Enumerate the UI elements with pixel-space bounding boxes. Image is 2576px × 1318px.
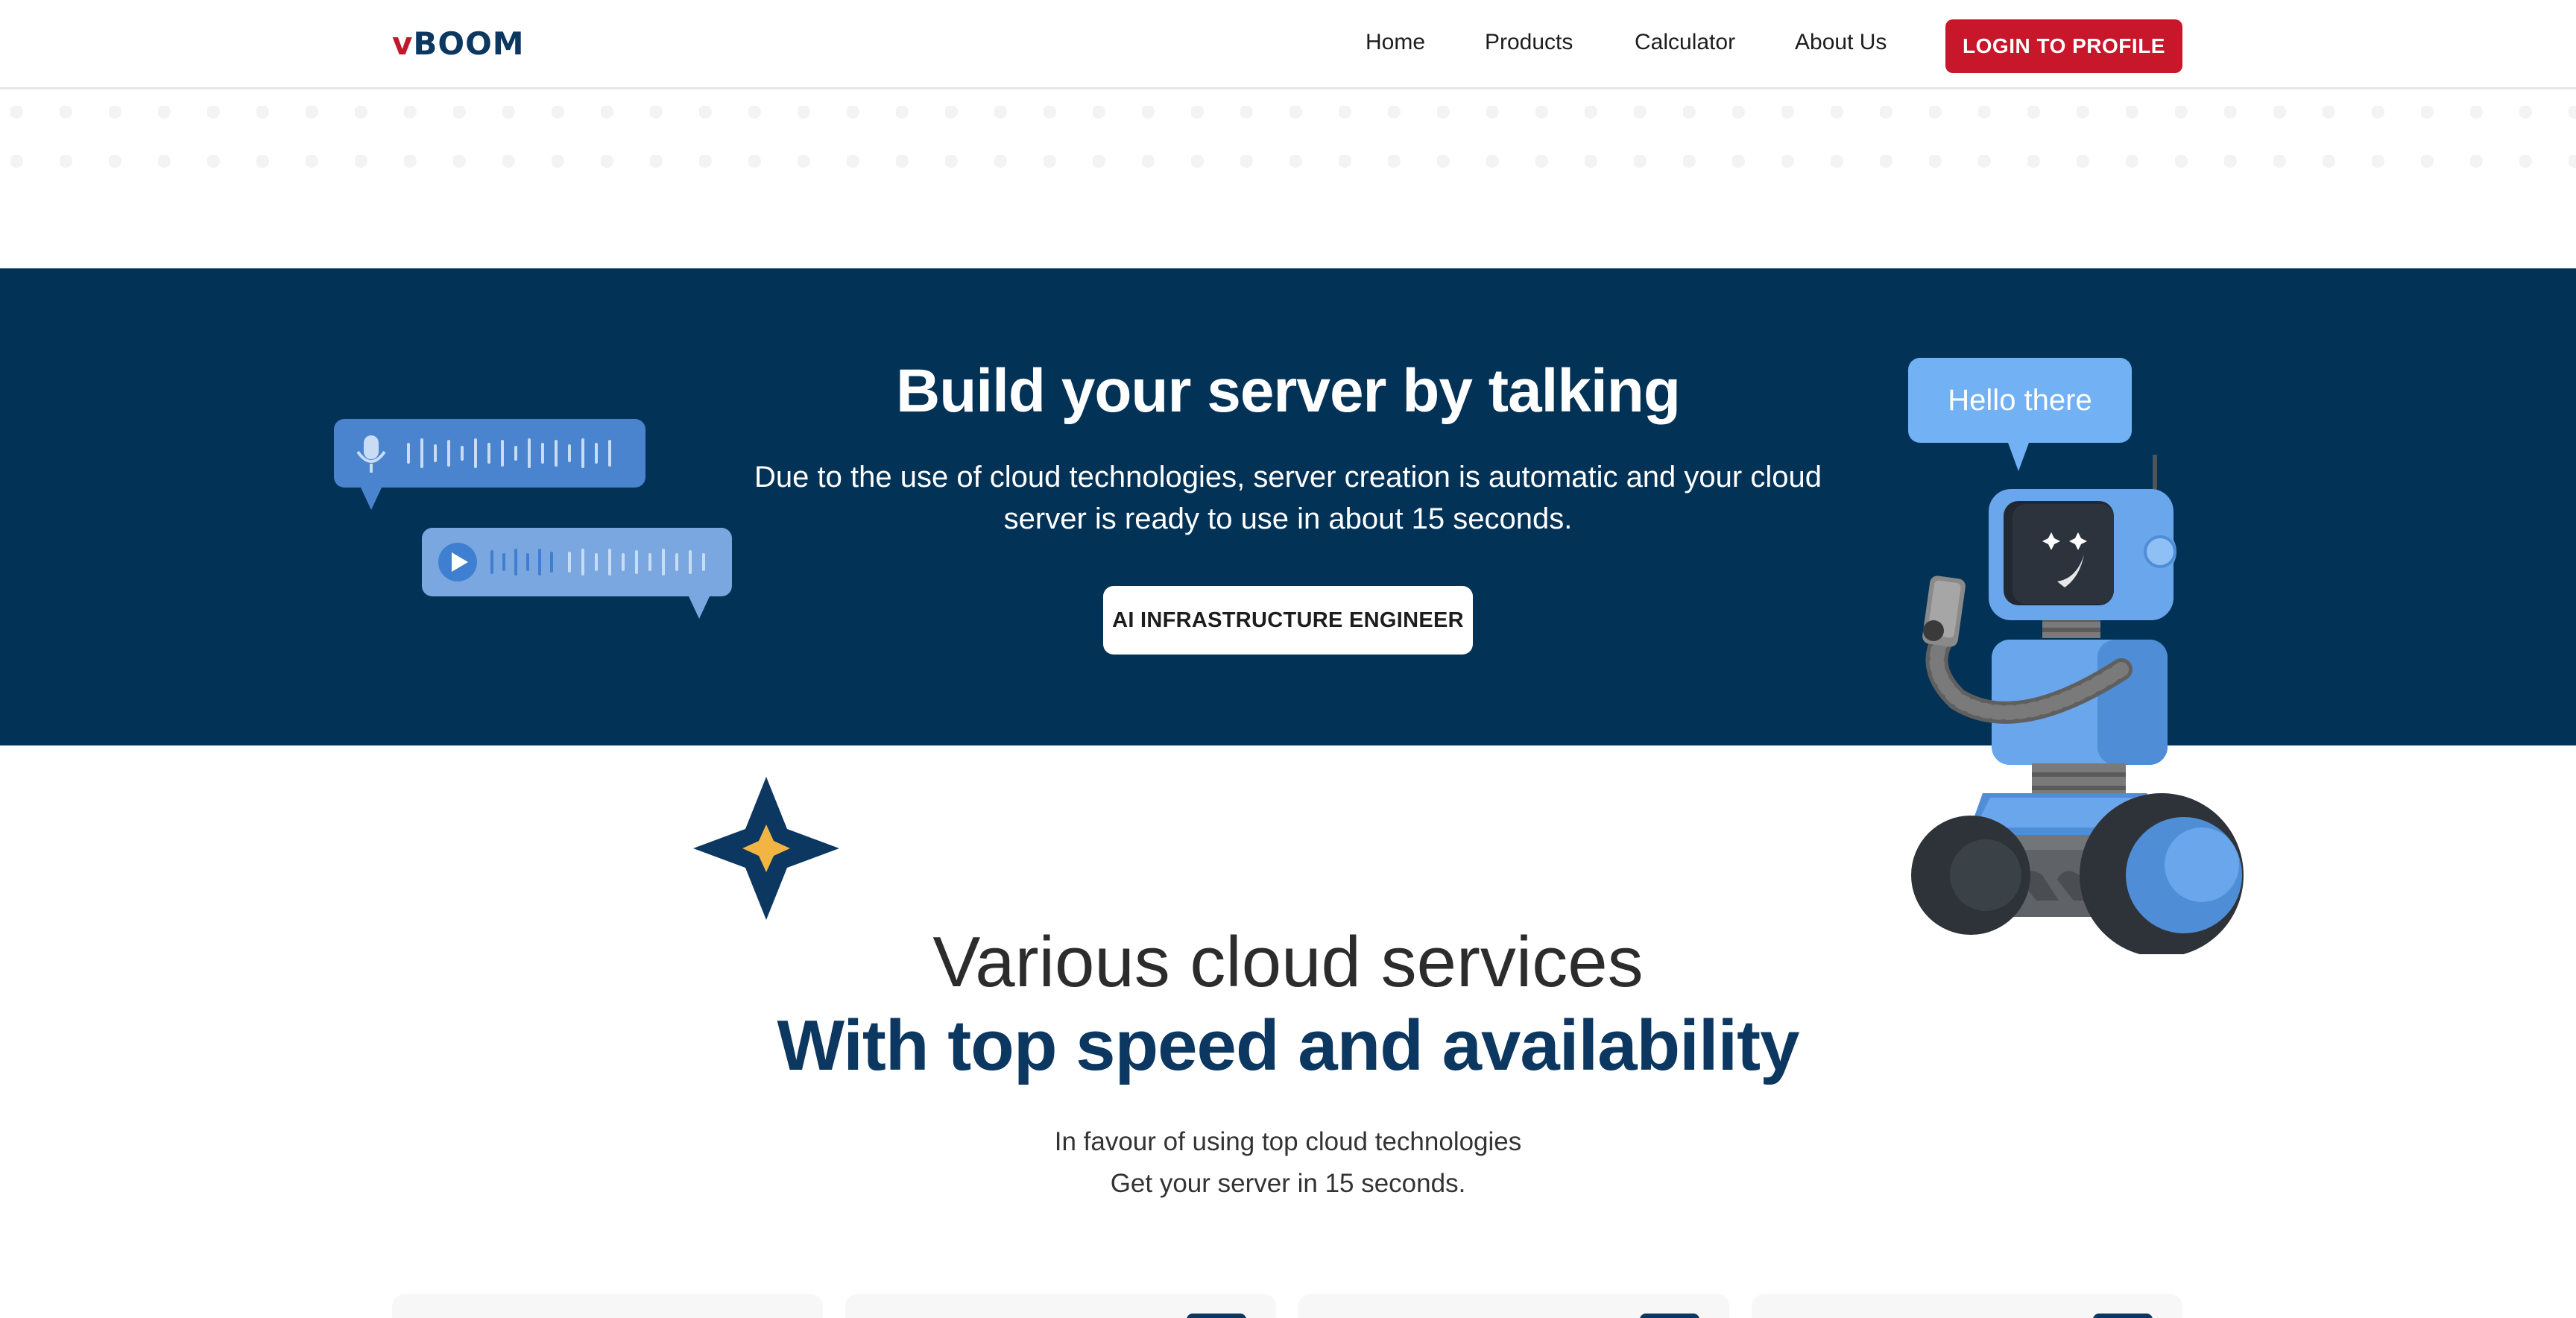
voice-waveform <box>356 435 611 473</box>
services-title-line1: Various cloud services <box>932 922 1644 1002</box>
logo-wordmark: BOOM <box>413 25 525 62</box>
nav-link-calculator[interactable]: Calculator <box>1635 30 1735 55</box>
dot-pattern <box>0 91 2576 188</box>
nav-link-home[interactable]: Home <box>1366 30 1425 55</box>
service-card[interactable] <box>845 1294 1276 1318</box>
service-card[interactable] <box>1298 1294 1729 1318</box>
login-to-profile-button[interactable]: LOGIN TO PROFILE <box>1945 19 2182 73</box>
robot-speech-text: Hello there <box>1948 383 2092 417</box>
nav-link-products[interactable]: Products <box>1485 30 1573 55</box>
voice-message-bubble <box>334 419 645 510</box>
microphone-icon <box>356 435 386 473</box>
audio-waveform <box>438 543 705 581</box>
play-icon <box>438 543 477 581</box>
hero-description: Due to the use of cloud technologies, se… <box>754 461 1822 535</box>
card-tab-indicator <box>1187 1314 1246 1318</box>
top-navbar: vBOOM Home Products Calculator About Us … <box>0 0 2576 89</box>
services-title-line2: With top speed and availability <box>777 1006 1799 1085</box>
services-subtitle-line2: Get your server in 15 seconds. <box>1110 1169 1466 1198</box>
card-tab-indicator <box>1640 1314 1699 1318</box>
robot-speech-bubble: Hello there <box>1908 358 2132 471</box>
hero-title: Build your server by talking <box>896 357 1681 425</box>
dot-pattern-background <box>0 91 2576 188</box>
site-logo[interactable]: vBOOM <box>392 25 525 62</box>
service-card[interactable] <box>392 1294 823 1318</box>
card-tab-indicator <box>2093 1314 2153 1318</box>
audio-playback-bubble <box>422 528 732 619</box>
service-card[interactable] <box>1752 1294 2182 1318</box>
star-icon <box>693 777 839 920</box>
robot-illustration <box>1911 455 2244 954</box>
services-subtitle-line1: In favour of using top cloud technologie… <box>1054 1127 1522 1156</box>
logo-letter-v: v <box>392 25 414 62</box>
ai-infrastructure-engineer-button[interactable]: AI INFRASTRUCTURE ENGINEER <box>1103 586 1473 655</box>
nav-link-about-us[interactable]: About Us <box>1795 30 1887 55</box>
services-subtitle: In favour of using top cloud technologie… <box>0 1121 2576 1205</box>
